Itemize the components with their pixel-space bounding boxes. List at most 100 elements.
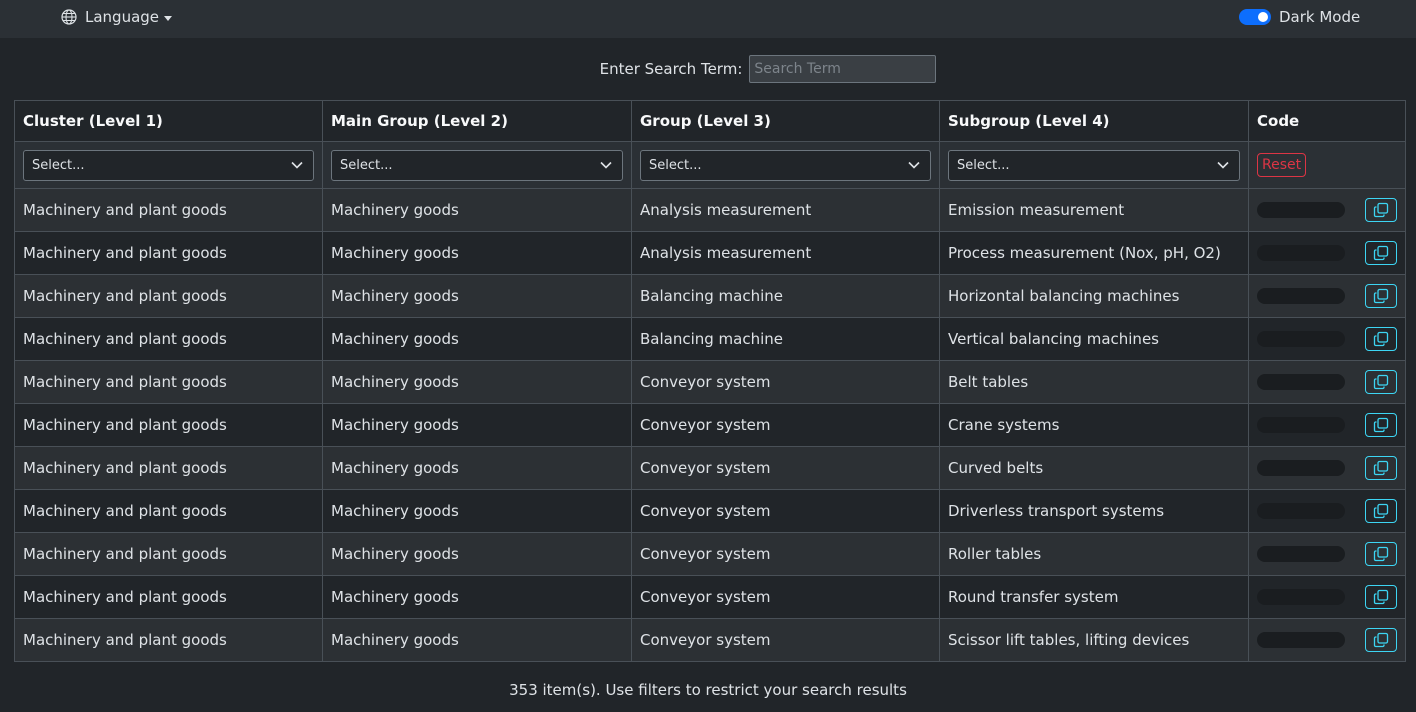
column-header-group[interactable]: Group (Level 3) [631, 100, 940, 142]
table-row: Machinery and plant goods Machinery goods… [14, 360, 1406, 404]
cluster-cell: Machinery and plant goods [14, 532, 323, 576]
code-cell [1248, 188, 1406, 232]
code-cell [1248, 274, 1406, 318]
copy-code-button[interactable] [1365, 499, 1397, 523]
results-status: 353 item(s). Use filters to restrict you… [509, 681, 907, 699]
dark-mode-switch[interactable] [1239, 9, 1271, 25]
redacted-code [1257, 503, 1345, 519]
redacted-code [1257, 202, 1345, 218]
column-header-code[interactable]: Code [1248, 100, 1406, 142]
top-navbar: Language Dark Mode [0, 0, 1416, 38]
main-group-cell: Machinery goods [322, 532, 632, 576]
filter-cell: Reset [1248, 141, 1406, 189]
copy-code-button[interactable] [1365, 198, 1397, 222]
table-row: Machinery and plant goods Machinery goods… [14, 231, 1406, 275]
copy-code-button[interactable] [1365, 327, 1397, 351]
chevron-down-icon [600, 161, 612, 169]
redacted-code [1257, 417, 1345, 433]
subgroup-cell: Emission measurement [939, 188, 1249, 232]
cluster-cell: Machinery and plant goods [14, 360, 323, 404]
search-input[interactable] [749, 55, 937, 83]
table-row: Machinery and plant goods Machinery goods… [14, 489, 1406, 533]
redacted-code [1257, 546, 1345, 562]
subgroup-cell: Curved belts [939, 446, 1249, 490]
subgroup-cell: Belt tables [939, 360, 1249, 404]
copy-code-button[interactable] [1365, 542, 1397, 566]
copy-icon [1373, 202, 1389, 218]
group-cell: Balancing machine [631, 317, 940, 361]
switch-knob [1258, 12, 1268, 22]
subgroup-filter-select[interactable]: Select... [948, 149, 1240, 181]
table-row: Machinery and plant goods Machinery goods… [14, 532, 1406, 576]
subgroup-cell: Crane systems [939, 403, 1249, 447]
redacted-code [1257, 632, 1345, 648]
redacted-code [1257, 288, 1345, 304]
copy-code-button[interactable] [1365, 456, 1397, 480]
dark-mode-toggle-group: Dark Mode [1239, 6, 1360, 28]
main-group-cell: Machinery goods [322, 446, 632, 490]
cluster-cell: Machinery and plant goods [14, 403, 323, 447]
cluster-filter-select[interactable]: Select... [23, 149, 314, 181]
filter-row: Select... Select... Select... Select... … [14, 141, 1406, 189]
code-cell [1248, 489, 1406, 533]
code-cell [1248, 618, 1406, 662]
cluster-cell: Machinery and plant goods [14, 489, 323, 533]
main-group-cell: Machinery goods [322, 489, 632, 533]
column-header-main-group[interactable]: Main Group (Level 2) [322, 100, 632, 142]
group-cell: Conveyor system [631, 446, 940, 490]
copy-code-button[interactable] [1365, 628, 1397, 652]
language-label: Language [85, 8, 160, 26]
filter-cell: Select... [631, 141, 940, 189]
copy-code-button[interactable] [1365, 241, 1397, 265]
select-placeholder: Select... [957, 157, 1010, 173]
group-cell: Analysis measurement [631, 188, 940, 232]
copy-code-button[interactable] [1365, 413, 1397, 437]
reset-button[interactable]: Reset [1257, 153, 1307, 177]
main-group-cell: Machinery goods [322, 188, 632, 232]
chevron-down-icon [1217, 161, 1229, 169]
subgroup-cell: Driverless transport systems [939, 489, 1249, 533]
globe-icon [61, 9, 77, 25]
select-placeholder: Select... [340, 157, 393, 173]
column-header-subgroup[interactable]: Subgroup (Level 4) [939, 100, 1249, 142]
table-row: Machinery and plant goods Machinery goods… [14, 446, 1406, 490]
results-table: Cluster (Level 1) Main Group (Level 2) G… [14, 100, 1406, 662]
copy-code-button[interactable] [1365, 585, 1397, 609]
cluster-cell: Machinery and plant goods [14, 618, 323, 662]
subgroup-cell: Scissor lift tables, lifting devices [939, 618, 1249, 662]
code-cell [1248, 231, 1406, 275]
filter-cell: Select... [14, 141, 323, 189]
subgroup-cell: Horizontal balancing machines [939, 274, 1249, 318]
copy-icon [1373, 632, 1389, 648]
main-group-cell: Machinery goods [322, 360, 632, 404]
group-cell: Conveyor system [631, 532, 940, 576]
group-cell: Conveyor system [631, 489, 940, 533]
cluster-cell: Machinery and plant goods [14, 317, 323, 361]
main-group-filter-select[interactable]: Select... [331, 149, 623, 181]
copy-icon [1373, 374, 1389, 390]
filter-cell: Select... [322, 141, 632, 189]
language-dropdown[interactable]: Language [61, 6, 173, 28]
copy-code-button[interactable] [1365, 284, 1397, 308]
copy-code-button[interactable] [1365, 370, 1397, 394]
column-header-cluster[interactable]: Cluster (Level 1) [14, 100, 323, 142]
select-placeholder: Select... [649, 157, 702, 173]
group-cell: Conveyor system [631, 575, 940, 619]
redacted-code [1257, 460, 1345, 476]
code-cell [1248, 446, 1406, 490]
main-group-cell: Machinery goods [322, 317, 632, 361]
table-row: Machinery and plant goods Machinery goods… [14, 317, 1406, 361]
cluster-cell: Machinery and plant goods [14, 188, 323, 232]
group-filter-select[interactable]: Select... [640, 149, 931, 181]
main-group-cell: Machinery goods [322, 231, 632, 275]
header-row: Cluster (Level 1) Main Group (Level 2) G… [14, 100, 1406, 142]
copy-icon [1373, 546, 1389, 562]
group-cell: Conveyor system [631, 403, 940, 447]
code-cell [1248, 403, 1406, 447]
copy-icon [1373, 417, 1389, 433]
cluster-cell: Machinery and plant goods [14, 575, 323, 619]
caret-down-icon [164, 15, 173, 21]
group-cell: Balancing machine [631, 274, 940, 318]
table-row: Machinery and plant goods Machinery goods… [14, 188, 1406, 232]
copy-icon [1373, 245, 1389, 261]
